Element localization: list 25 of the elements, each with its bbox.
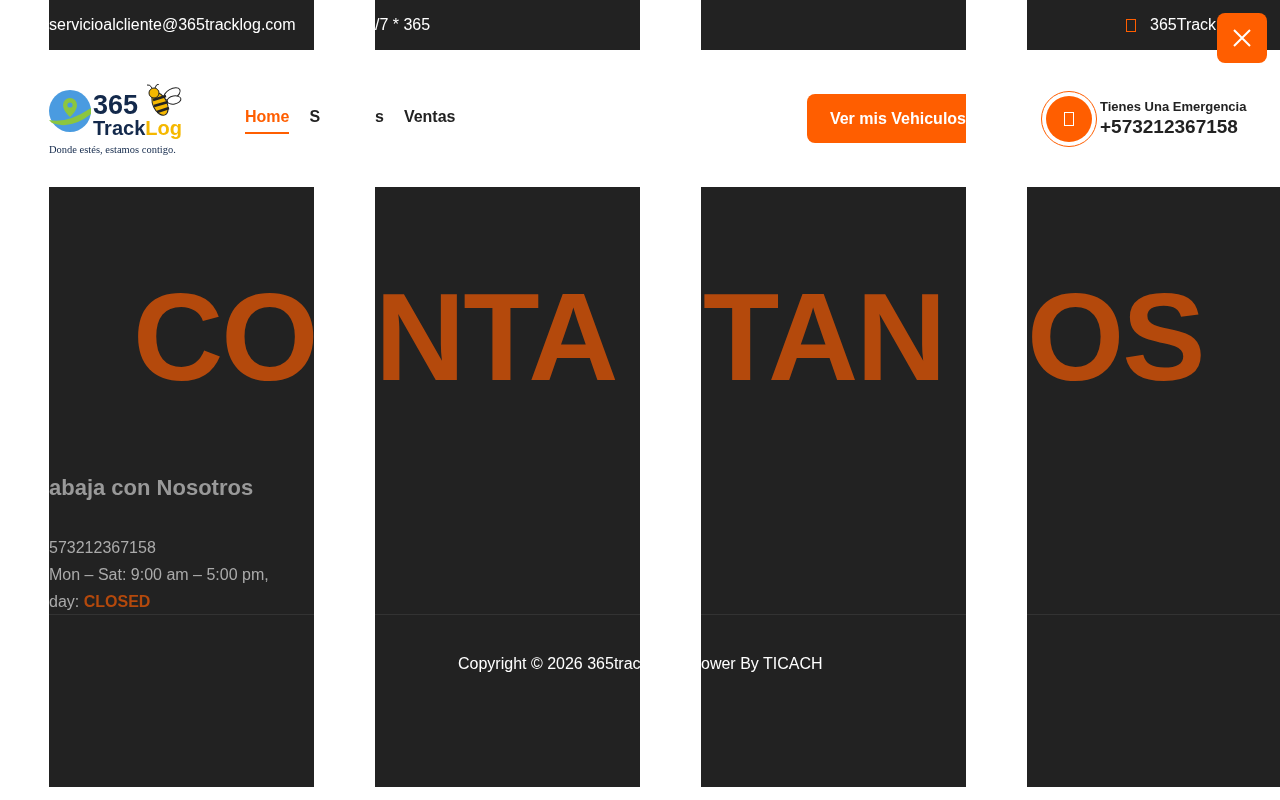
nav-link[interactable]: Ventas	[403, 103, 456, 134]
emergency-label: Tienes Una Emergencia	[1100, 99, 1247, 114]
title-text: NTA	[375, 274, 618, 408]
email-text: servicioalcliente@365tracklog.com	[49, 16, 296, 34]
logo-wordmark: TrackLog	[93, 118, 183, 138]
emergency-phone: +573212367158	[1100, 116, 1239, 138]
square-icon	[1126, 18, 1136, 32]
location-pin-icon	[49, 90, 91, 132]
copyright-text: Copyright © 2026 365trac	[458, 655, 640, 672]
nav-link[interactable]: S	[309, 103, 321, 134]
title-text: OS	[1027, 274, 1205, 408]
logo-number: 365	[93, 92, 139, 118]
close-icon	[1232, 28, 1252, 48]
title-text: TAN	[702, 274, 946, 408]
hours-text: /7 * 365	[375, 16, 431, 34]
phone-text: 573212367158	[49, 538, 156, 558]
brand-text: 365Track	[1150, 16, 1217, 34]
hours-text: Mon – Sat: 9:00 am – 5:00 pm,	[49, 565, 269, 585]
close-button[interactable]	[1217, 13, 1267, 63]
closed-text: day: CLOSED	[49, 592, 151, 612]
section-heading: abaja con Nosotros	[49, 475, 254, 501]
title-text: CO	[132, 274, 314, 408]
copyright-text: ower By TICACH	[701, 655, 823, 672]
logo-tagline: Donde estés, estamos contigo.	[49, 144, 177, 155]
nav-link[interactable]: s	[375, 103, 384, 134]
